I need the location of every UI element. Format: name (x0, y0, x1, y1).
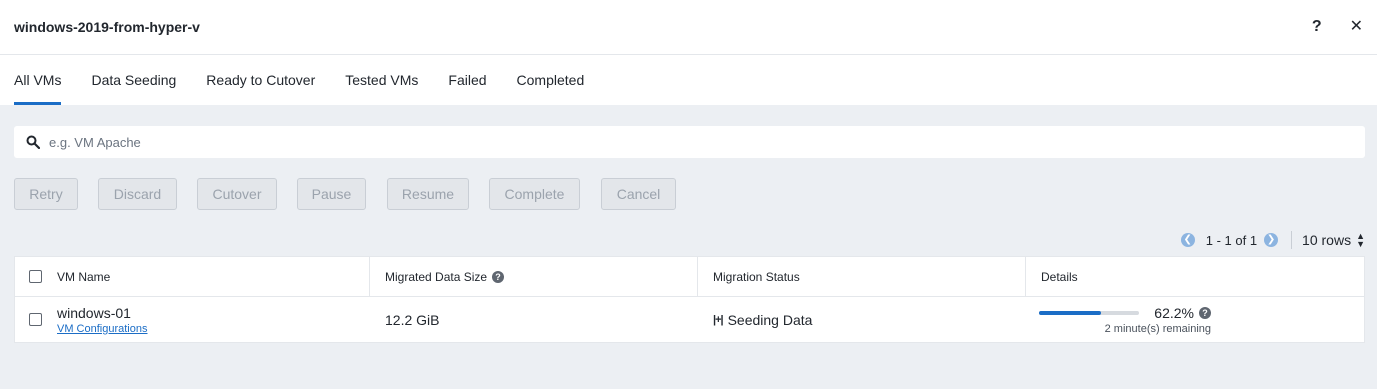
progress-bar (1039, 310, 1140, 315)
cell-details: 62.2% ? 2 minute(s) remaining (1026, 297, 1364, 342)
header-migrated-data-size: Migrated Data Size ? (370, 257, 698, 296)
header-migration-status: Migration Status (698, 257, 1026, 296)
close-icon[interactable]: ✕ (1350, 19, 1363, 35)
tab-completed[interactable]: Completed (517, 55, 585, 105)
discard-button[interactable]: Discard (98, 178, 177, 210)
sort-arrows-icon: ▲ ▼ (1356, 230, 1365, 249)
vm-name-block: windows-01 VM Configurations (57, 305, 148, 335)
help-icon[interactable]: ? (1312, 19, 1322, 35)
progress-line: 62.2% ? (1039, 305, 1211, 321)
header-details-label: Details (1041, 269, 1078, 284)
seeding-icon: |+| (713, 313, 724, 326)
next-page-icon[interactable]: ❯ (1264, 233, 1279, 247)
migrated-size: 12.2 GiB (385, 311, 440, 328)
table-header: VM Name Migrated Data Size ? Migration S… (15, 257, 1364, 297)
page-title: windows-2019-from-hyper-v (14, 19, 200, 35)
tab-tested-vms[interactable]: Tested VMs (345, 55, 418, 105)
header-migrated-label: Migrated Data Size (385, 269, 488, 284)
vm-name: windows-01 (57, 304, 131, 321)
resume-button[interactable]: Resume (387, 178, 469, 210)
tab-all-vms[interactable]: All VMs (14, 55, 62, 105)
action-toolbar: Retry Discard Cutover Pause Resume Compl… (14, 178, 676, 210)
cell-migration-status: |+| Seeding Data (698, 297, 1026, 342)
status-text: Seeding Data (727, 311, 813, 328)
page-range: 1 - 1 of 1 (1205, 232, 1258, 248)
pause-button[interactable]: Pause (297, 178, 366, 210)
search-bar (14, 126, 1365, 158)
rows-per-page-label: 10 rows (1302, 232, 1352, 248)
search-icon (26, 135, 40, 149)
modal-header: windows-2019-from-hyper-v ? ✕ (0, 0, 1377, 55)
tab-failed[interactable]: Failed (448, 55, 486, 105)
select-all-checkbox[interactable] (29, 270, 42, 283)
complete-button[interactable]: Complete (489, 178, 580, 210)
migration-status: |+| Seeding Data (713, 312, 812, 328)
header-details: Details (1026, 257, 1364, 296)
row-checkbox[interactable] (29, 313, 42, 326)
vm-table: VM Name Migrated Data Size ? Migration S… (14, 256, 1365, 343)
cell-vm-name: windows-01 VM Configurations (15, 297, 370, 342)
retry-button[interactable]: Retry (14, 178, 78, 210)
time-remaining: 2 minute(s) remaining (1104, 322, 1211, 335)
rows-per-page-select[interactable]: 10 rows ▲ ▼ (1302, 230, 1365, 249)
progress-percent: 62.2% (1154, 304, 1194, 321)
header-status-label: Migration Status (713, 269, 800, 284)
help-icon[interactable]: ? (492, 270, 505, 283)
cell-migrated-data-size: 12.2 GiB (370, 297, 698, 342)
header-vm-name-label: VM Name (57, 269, 111, 284)
search-input[interactable] (49, 134, 1365, 150)
vm-configurations-link[interactable]: VM Configurations (57, 323, 148, 335)
content-area: Retry Discard Cutover Pause Resume Compl… (0, 105, 1377, 389)
cutover-button[interactable]: Cutover (197, 178, 277, 210)
tab-bar: All VMs Data Seeding Ready to Cutover Te… (0, 55, 1377, 105)
pager-divider (1291, 231, 1293, 249)
previous-page-icon[interactable]: ❮ (1180, 233, 1195, 247)
pagination: ❮ 1 - 1 of 1 ❯ 10 rows ▲ ▼ (1180, 230, 1365, 249)
table-row: windows-01 VM Configurations 12.2 GiB |+… (15, 297, 1364, 342)
cancel-button[interactable]: Cancel (601, 178, 676, 210)
tab-ready-to-cutover[interactable]: Ready to Cutover (206, 55, 315, 105)
tab-data-seeding[interactable]: Data Seeding (91, 55, 176, 105)
header-vm-name: VM Name (15, 257, 370, 296)
progress-fill (1039, 310, 1102, 315)
progress-details: 62.2% ? 2 minute(s) remaining (1039, 305, 1211, 335)
help-icon[interactable]: ? (1199, 306, 1211, 319)
